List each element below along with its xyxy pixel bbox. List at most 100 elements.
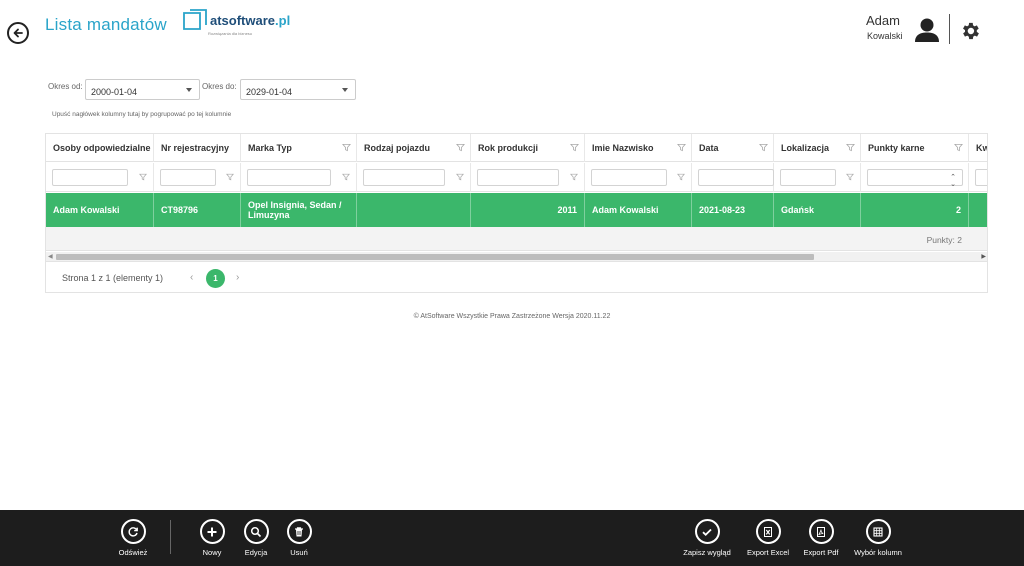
pager-next-icon[interactable]: › bbox=[236, 272, 239, 283]
save-layout-button[interactable]: Zapisz wygląd bbox=[682, 519, 732, 557]
logo-name: atsoftware bbox=[210, 13, 276, 28]
grid-summary-row: Punkty: 2 bbox=[46, 227, 987, 251]
delete-button[interactable]: Usuń bbox=[274, 519, 324, 557]
filter-icon[interactable] bbox=[846, 173, 854, 181]
column-header-kw[interactable]: Kw bbox=[969, 134, 987, 162]
cell-data: 2021-08-23 bbox=[692, 193, 774, 227]
search-icon bbox=[243, 519, 269, 544]
check-icon bbox=[694, 519, 720, 544]
pager-page-1[interactable]: 1 bbox=[206, 269, 225, 288]
date-from-select[interactable]: 2000-01-04 bbox=[85, 79, 200, 100]
excel-icon bbox=[755, 519, 781, 544]
filter-input-rok[interactable] bbox=[477, 169, 559, 186]
cell-nr: CT98796 bbox=[154, 193, 241, 227]
grid-filter-row: ⌃ ⌄ bbox=[46, 163, 987, 192]
choose-columns-button[interactable]: Wybór kolumn bbox=[853, 519, 903, 557]
export-excel-label: Export Excel bbox=[746, 548, 790, 557]
filter-icon[interactable] bbox=[139, 173, 147, 181]
filter-input-lokalizacja[interactable] bbox=[780, 169, 836, 186]
export-excel-button[interactable]: Export Excel bbox=[743, 519, 793, 557]
horizontal-scrollbar[interactable]: ◀ ▶ bbox=[46, 252, 987, 262]
column-header-lokalizacja[interactable]: Lokalizacja bbox=[774, 134, 861, 162]
date-from-value: 2000-01-04 bbox=[91, 87, 138, 97]
column-header-nr[interactable]: Nr rejestracyjny bbox=[154, 134, 241, 162]
columns-icon bbox=[865, 519, 891, 544]
column-header-imie[interactable]: Imie Nazwisko bbox=[585, 134, 692, 162]
filter-input-punkty[interactable]: ⌃ ⌄ bbox=[867, 169, 963, 188]
chevron-down-icon bbox=[186, 88, 192, 92]
spinner-icon[interactable]: ⌃ ⌄ bbox=[950, 174, 956, 188]
save-layout-label: Zapisz wygląd bbox=[683, 548, 731, 557]
filter-input-marka[interactable] bbox=[247, 169, 331, 186]
date-to-label: Okres do: bbox=[202, 82, 237, 91]
filter-icon[interactable] bbox=[342, 143, 351, 152]
filter-input-kw[interactable] bbox=[975, 169, 987, 186]
date-to-value: 2029-01-04 bbox=[246, 87, 293, 97]
filter-icon[interactable] bbox=[456, 173, 464, 181]
group-panel-hint[interactable]: Upuść nagłówek kolumny tutaj by pogrupow… bbox=[52, 111, 231, 118]
refresh-button[interactable]: Odśwież bbox=[108, 519, 158, 557]
column-header-rodzaj[interactable]: Rodzaj pojazdu bbox=[357, 134, 471, 162]
user-first-name: Adam bbox=[866, 13, 900, 28]
export-pdf-label: Export Pdf bbox=[803, 548, 839, 557]
scroll-right-icon[interactable]: ▶ bbox=[981, 254, 986, 260]
filter-icon[interactable] bbox=[570, 143, 579, 152]
column-header-punkty[interactable]: Punkty karne bbox=[861, 134, 969, 162]
column-header-osoby[interactable]: Osoby odpowiedzialne bbox=[46, 134, 154, 162]
logo-ext: .pl bbox=[275, 13, 291, 28]
cell-marka: Opel Insignia, Sedan / Limuzyna bbox=[241, 193, 357, 227]
column-header-rok[interactable]: Rok produkcji bbox=[471, 134, 585, 162]
pager: Strona 1 z 1 (elementy 1) ‹ 1 › bbox=[46, 263, 987, 292]
user-last-name: Kowalski bbox=[867, 31, 903, 41]
column-header-marka[interactable]: Marka Typ bbox=[241, 134, 357, 162]
cell-lokalizacja: Gdańsk bbox=[774, 193, 861, 227]
bottom-toolbar: Odśwież Nowy Edycja Usuń Zapisz wygląd E… bbox=[0, 510, 1024, 566]
filter-icon[interactable] bbox=[570, 173, 578, 181]
cell-osoby: Adam Kowalski bbox=[46, 193, 154, 227]
table-row[interactable]: Adam Kowalski CT98796 Opel Insignia, Sed… bbox=[46, 193, 987, 227]
export-pdf-button[interactable]: Export Pdf bbox=[796, 519, 846, 557]
filter-icon[interactable] bbox=[456, 143, 465, 152]
header-divider bbox=[949, 14, 950, 44]
pager-prev-icon[interactable]: ‹ bbox=[190, 272, 193, 283]
edit-label: Edycja bbox=[244, 548, 268, 557]
filter-icon[interactable] bbox=[677, 143, 686, 152]
filter-icon[interactable] bbox=[759, 143, 768, 152]
filter-input-rodzaj[interactable] bbox=[363, 169, 445, 186]
filter-input-osoby[interactable] bbox=[52, 169, 128, 186]
filter-icon[interactable] bbox=[226, 173, 234, 181]
date-from-label: Okres od: bbox=[48, 82, 83, 91]
date-to-select[interactable]: 2029-01-04 bbox=[240, 79, 356, 100]
pager-info: Strona 1 z 1 (elementy 1) bbox=[62, 273, 164, 283]
back-arrow-icon[interactable] bbox=[7, 22, 29, 44]
cell-rodzaj bbox=[357, 193, 471, 227]
scroll-left-icon[interactable]: ◀ bbox=[48, 254, 53, 260]
cell-imie: Adam Kowalski bbox=[585, 193, 692, 227]
trash-icon bbox=[286, 519, 312, 544]
new-label: Nowy bbox=[202, 548, 222, 557]
copyright: © AtSoftware Wszystkie Prawa Zastrzeżone… bbox=[413, 313, 611, 320]
cell-kw bbox=[969, 193, 987, 227]
grid-header-row: Osoby odpowiedzialne Nr rejestracyjny Ma… bbox=[46, 134, 987, 162]
filter-input-data[interactable] bbox=[698, 169, 774, 186]
new-button[interactable]: Nowy bbox=[187, 519, 237, 557]
filter-icon[interactable] bbox=[846, 143, 855, 152]
summary-punkty: Punkty: 2 bbox=[926, 235, 962, 245]
column-header-data[interactable]: Data bbox=[692, 134, 774, 162]
company-logo: atsoftware.pl Rozwiązania dla biznesu bbox=[181, 8, 290, 40]
filter-icon[interactable] bbox=[954, 143, 963, 152]
choose-columns-label: Wybór kolumn bbox=[854, 548, 902, 557]
date-filters: Okres od: 2000-01-04 Okres do: 2029-01-0… bbox=[48, 79, 368, 101]
filter-input-nr[interactable] bbox=[160, 169, 216, 186]
filter-input-imie[interactable] bbox=[591, 169, 667, 186]
cell-rok: 2011 bbox=[471, 193, 585, 227]
plus-icon bbox=[199, 519, 225, 544]
user-icon[interactable] bbox=[913, 16, 941, 44]
scrollbar-thumb[interactable] bbox=[56, 254, 814, 260]
logo-mark-icon bbox=[183, 9, 207, 30]
logo-tagline: Rozwiązania dla biznesu bbox=[208, 31, 253, 36]
filter-icon[interactable] bbox=[677, 173, 685, 181]
gear-icon[interactable] bbox=[959, 20, 981, 42]
filter-icon[interactable] bbox=[342, 173, 350, 181]
refresh-label: Odśwież bbox=[118, 548, 148, 557]
